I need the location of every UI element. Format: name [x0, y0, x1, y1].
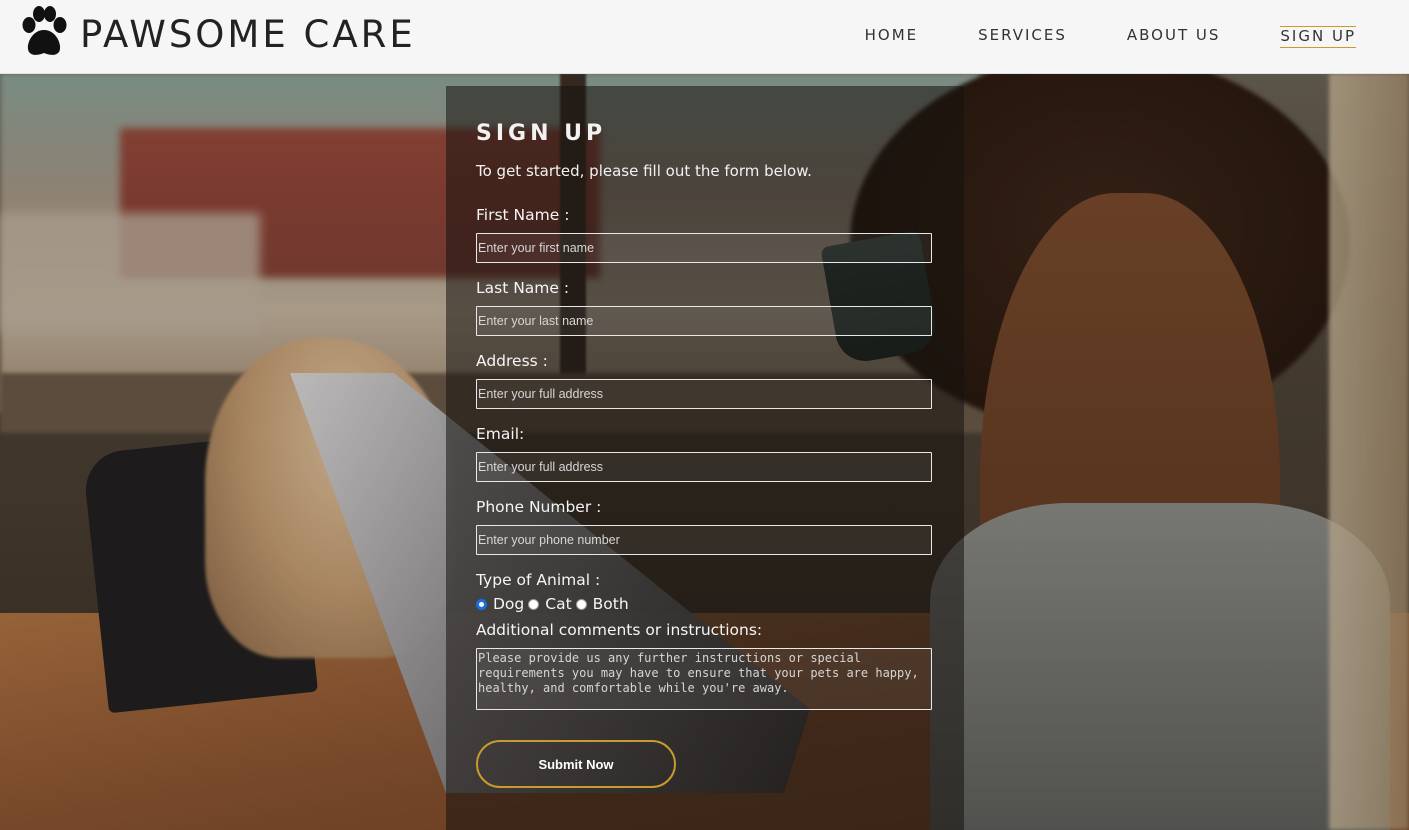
- nav-item-home[interactable]: HOME: [865, 26, 919, 48]
- site-header: PAWSOME CARE HOME SERVICES ABOUT US SIGN…: [0, 0, 1409, 74]
- email-label: Email:: [476, 425, 525, 443]
- first-name-label: First Name :: [476, 206, 570, 224]
- radio-cat[interactable]: [528, 598, 540, 610]
- brand-name: PAWSOME CARE: [80, 12, 416, 56]
- animal-type-label: Type of Animal :: [476, 571, 601, 589]
- radio-dog[interactable]: [476, 598, 487, 610]
- address-input[interactable]: [476, 379, 932, 409]
- signup-form-panel: SIGN UP To get started, please fill out …: [446, 86, 964, 830]
- radio-dog-label[interactable]: Dog: [493, 595, 524, 613]
- main-nav: HOME SERVICES ABOUT US SIGN UP: [865, 26, 1356, 48]
- brand-logo[interactable]: PAWSOME CARE: [19, 6, 416, 62]
- nav-item-services[interactable]: SERVICES: [978, 26, 1067, 48]
- animal-type-radio-group: Dog Cat Both: [476, 595, 633, 613]
- email-input[interactable]: [476, 452, 932, 482]
- submit-button[interactable]: Submit Now: [476, 740, 676, 788]
- radio-both-label[interactable]: Both: [593, 595, 629, 613]
- comments-label: Additional comments or instructions:: [476, 621, 763, 639]
- radio-cat-label[interactable]: Cat: [545, 595, 571, 613]
- paw-print-icon: [19, 6, 69, 62]
- comments-textarea[interactable]: [476, 648, 932, 710]
- address-label: Address :: [476, 352, 548, 370]
- last-name-label: Last Name :: [476, 279, 570, 297]
- phone-label: Phone Number :: [476, 498, 602, 516]
- first-name-input[interactable]: [476, 233, 932, 263]
- phone-input[interactable]: [476, 525, 932, 555]
- radio-both[interactable]: [575, 598, 587, 610]
- form-title: SIGN UP: [476, 121, 607, 146]
- form-subtitle: To get started, please fill out the form…: [476, 162, 812, 180]
- last-name-input[interactable]: [476, 306, 932, 336]
- nav-item-about-us[interactable]: ABOUT US: [1127, 26, 1221, 48]
- nav-item-sign-up[interactable]: SIGN UP: [1280, 26, 1356, 48]
